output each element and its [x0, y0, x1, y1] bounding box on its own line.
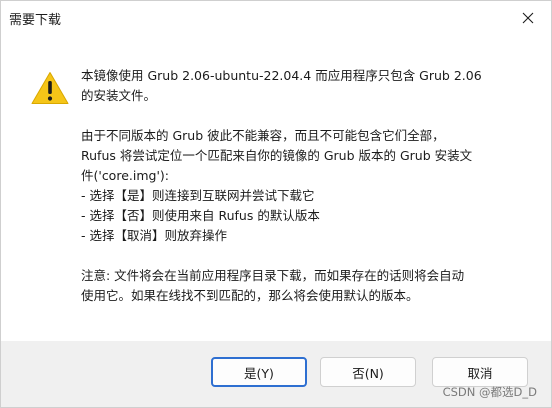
- message-line: 使用它。如果在线找不到匹配的，那么将会使用默认的版本。: [81, 288, 419, 303]
- button-bar: 是(Y) 否(N) 取消 CSDN @都选D_D: [1, 341, 551, 407]
- yes-button[interactable]: 是(Y): [211, 357, 307, 387]
- window-title: 需要下载: [9, 13, 62, 28]
- close-icon: [522, 12, 534, 24]
- warning-icon: [31, 72, 69, 104]
- message-line: - 选择【是】则连接到互联网并尝试下载它: [81, 188, 315, 203]
- download-required-dialog: 需要下载 本镜像使用 Grub 2.06-ubuntu-22.04.4 而应用程…: [0, 0, 552, 408]
- no-button[interactable]: 否(N): [320, 357, 416, 387]
- title-bar[interactable]: 需要下载: [1, 1, 551, 35]
- dialog-content: 本镜像使用 Grub 2.06-ubuntu-22.04.4 而应用程序只包含 …: [1, 35, 551, 341]
- close-button[interactable]: [505, 1, 551, 35]
- cancel-button[interactable]: 取消: [432, 357, 528, 387]
- message-line: - 选择【取消】则放弃操作: [81, 228, 227, 243]
- message-line: 本镜像使用 Grub 2.06-ubuntu-22.04.4 而应用程序只包含 …: [81, 68, 482, 83]
- message-text: 本镜像使用 Grub 2.06-ubuntu-22.04.4 而应用程序只包含 …: [81, 66, 543, 306]
- message-line: 的安装文件。: [81, 88, 157, 103]
- message-line: - 选择【否】则使用来自 Rufus 的默认版本: [81, 208, 320, 223]
- message-line: 注意: 文件将会在当前应用程序目录下载，而如果存在的话则将会自动: [81, 268, 465, 283]
- message-line: Rufus 将尝试定位一个匹配来自你的镜像的 Grub 版本的 Grub 安装文: [81, 148, 473, 163]
- message-line: 件('core.img'):: [81, 168, 169, 183]
- message-line: 由于不同版本的 Grub 彼此不能兼容，而且不可能包含它们全部，: [81, 128, 445, 143]
- watermark: CSDN @都选D_D: [442, 385, 537, 399]
